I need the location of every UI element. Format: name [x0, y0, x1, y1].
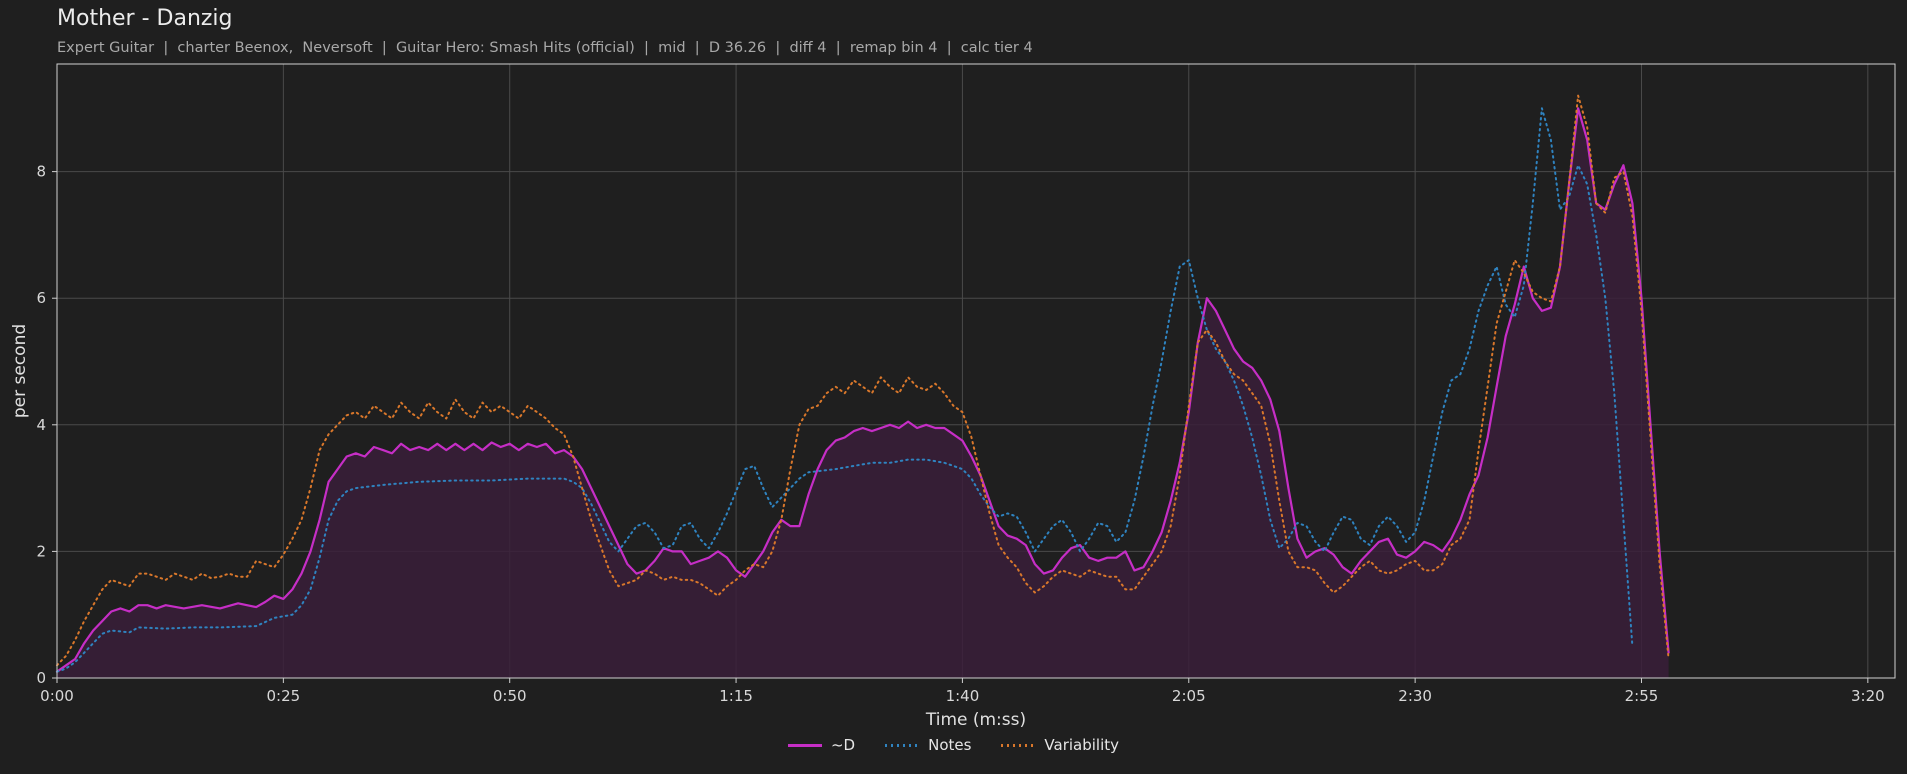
- x-tick-label: 2:55: [1625, 687, 1659, 705]
- x-axis-label: Time (m:ss): [925, 710, 1026, 730]
- series-area-fill: [57, 108, 1669, 679]
- x-axis: 0:00 0:25 0:50 1:15 1:40 2:05 2:30 2:55 3:20: [40, 678, 1885, 705]
- x-tick-label: 2:30: [1398, 687, 1432, 705]
- legend-label: Variability: [1044, 736, 1120, 754]
- legend-item: Notes: [885, 736, 971, 754]
- legend-item: ~D: [787, 736, 856, 754]
- y-axis: 0 2 4 6 8: [36, 163, 57, 687]
- y-tick-label: 0: [36, 669, 46, 687]
- x-tick-label: 1:15: [719, 687, 753, 705]
- legend-label: Notes: [928, 736, 972, 754]
- legend-label: ~D: [830, 736, 856, 754]
- legend: ~D Notes Variability: [0, 736, 1907, 754]
- y-tick-label: 6: [36, 289, 46, 307]
- legend-item: Variability: [1001, 736, 1119, 754]
- line-chart: 0:00 0:25 0:50 1:15 1:40 2:05 2:30 2:55 3:20 0 2 4…: [10, 63, 1896, 730]
- legend-swatch: [787, 743, 822, 747]
- y-tick-label: 2: [36, 542, 46, 560]
- legend-swatch: [1001, 743, 1036, 747]
- x-tick-label: 2:05: [1172, 687, 1206, 705]
- x-tick-label: 0:25: [267, 687, 301, 705]
- x-tick-label: 1:40: [946, 687, 980, 705]
- legend-swatch: [885, 743, 920, 747]
- x-tick-label: 0:50: [493, 687, 527, 705]
- y-tick-label: 4: [36, 416, 46, 434]
- x-tick-label: 0:00: [40, 687, 74, 705]
- fill-layer: [57, 108, 1669, 679]
- y-tick-label: 8: [36, 163, 46, 181]
- x-tick-label: 3:20: [1851, 687, 1885, 705]
- y-axis-label: per second: [10, 324, 30, 418]
